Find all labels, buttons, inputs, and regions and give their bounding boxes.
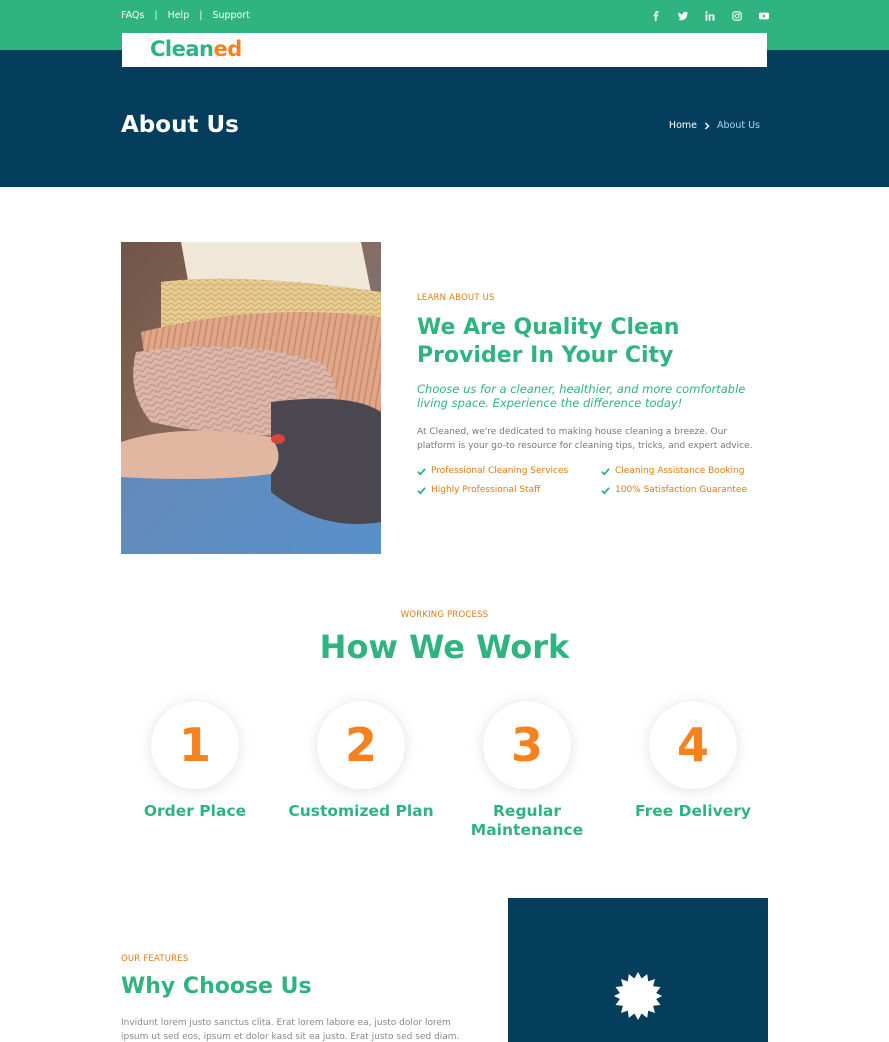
process-step: 1 Order Place (112, 700, 278, 840)
instagram-icon[interactable] (730, 9, 744, 23)
work-eyebrow: WORKING PROCESS (400, 610, 489, 620)
feature-item: Professional Cleaning Services (417, 466, 601, 476)
feature-item: Cleaning Assistance Booking (601, 466, 767, 476)
step-label: Customized Plan (288, 802, 434, 820)
feature-checklist: Professional Cleaning Services Cleaning … (417, 466, 767, 495)
about-body: At Cleaned, we're dedicated to making ho… (417, 427, 753, 451)
logo-text-ed: ed (213, 37, 242, 61)
brand-logo[interactable]: Cleaned (150, 37, 242, 61)
link-separator: | (154, 10, 158, 21)
page-title: About Us (121, 112, 239, 138)
faqs-link[interactable]: FAQs (121, 10, 144, 21)
about-eyebrow: LEARN ABOUT US (417, 293, 495, 303)
support-link[interactable]: Support (212, 10, 250, 21)
feature-item: 100% Satisfaction Guarantee (601, 485, 767, 495)
navbar: Cleaned (122, 33, 767, 67)
step-number: 1 (150, 700, 240, 790)
breadcrumb-current: About Us (716, 120, 760, 131)
twitter-icon[interactable] (676, 9, 690, 23)
about-heading: We Are Quality Clean Provider In Your Ci… (417, 315, 680, 368)
step-number: 4 (648, 700, 738, 790)
why-heading: Why Choose Us (121, 974, 312, 999)
feature-label: Professional Cleaning Services (431, 466, 569, 476)
feature-item: Highly Professional Staff (417, 485, 601, 495)
check-icon (417, 467, 426, 476)
check-icon (417, 486, 426, 495)
feature-label: Cleaning Assistance Booking (615, 466, 745, 476)
process-step: 2 Customized Plan (278, 700, 444, 840)
why-body: Invidunt lorem justo sanctus clita. Erat… (121, 1018, 460, 1042)
step-label: Order Place (143, 802, 247, 820)
step-number: 3 (482, 700, 572, 790)
breadcrumb-home-link[interactable]: Home (669, 120, 697, 131)
logo-text-clean: Clean (150, 37, 214, 61)
chevron-right-icon (704, 122, 710, 129)
step-label: Regular Maintenance (470, 802, 584, 839)
about-lead: Choose us for a cleaner, healthier, and … (417, 382, 746, 410)
social-links (649, 9, 771, 23)
starburst-icon (614, 972, 662, 1020)
help-link[interactable]: Help (168, 10, 190, 21)
check-icon (601, 486, 610, 495)
work-heading: How We Work (319, 628, 570, 666)
features-panel (508, 898, 768, 1042)
process-step: 3 Regular Maintenance (444, 700, 610, 840)
why-eyebrow: OUR FEATURES (121, 954, 189, 964)
facebook-icon[interactable] (649, 9, 663, 23)
link-separator: | (199, 10, 203, 21)
feature-label: Highly Professional Staff (431, 485, 541, 495)
step-label: Free Delivery (634, 802, 752, 820)
step-number: 2 (316, 700, 406, 790)
top-links: FAQs | Help | Support (121, 10, 250, 21)
folded-sweaters-image (121, 242, 381, 554)
process-steps: 1 Order Place 2 Customized Plan 3 Regula… (112, 700, 777, 840)
feature-label: 100% Satisfaction Guarantee (615, 485, 747, 495)
youtube-icon[interactable] (757, 9, 771, 23)
process-step: 4 Free Delivery (610, 700, 776, 840)
check-icon (601, 467, 610, 476)
breadcrumb: Home About Us (669, 120, 760, 131)
linkedin-icon[interactable] (703, 9, 717, 23)
